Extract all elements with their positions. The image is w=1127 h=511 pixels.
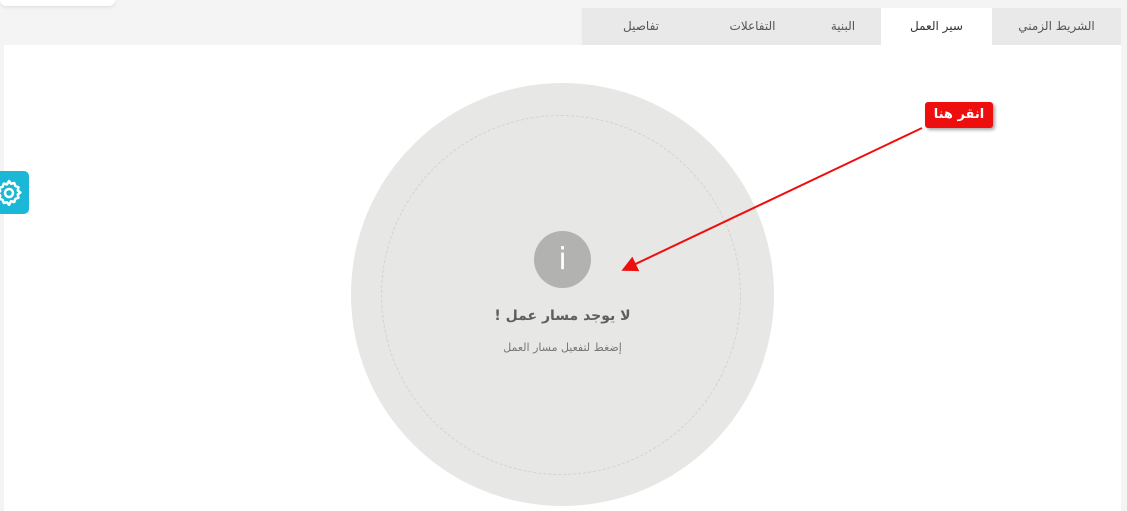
- empty-state-title: لا يوجد مسار عمل !: [494, 308, 631, 324]
- empty-state-dashed-ring: [381, 115, 741, 475]
- tab-interactions[interactable]: التفاعلات: [700, 8, 805, 45]
- tab-timeline[interactable]: الشريط الزمني: [992, 8, 1121, 45]
- top-dropdown-edge: [0, 0, 115, 6]
- info-icon[interactable]: i: [534, 231, 591, 288]
- annotation-label: انقر هنا: [925, 102, 993, 128]
- gear-icon: [0, 179, 22, 206]
- tab-details[interactable]: تفاصيل: [582, 8, 700, 45]
- activate-workflow-link[interactable]: إضغط لتفعيل مسار العمل: [351, 341, 774, 354]
- tab-bar: تفاصيل التفاعلات البنية سير العمل الشريط…: [582, 8, 1121, 45]
- settings-button[interactable]: [0, 171, 29, 214]
- tab-structure[interactable]: البنية: [805, 8, 881, 45]
- tab-workflow[interactable]: سير العمل: [881, 8, 992, 45]
- empty-state-circle[interactable]: i لا يوجد مسار عمل ! إضغط لتفعيل مسار ال…: [351, 83, 774, 506]
